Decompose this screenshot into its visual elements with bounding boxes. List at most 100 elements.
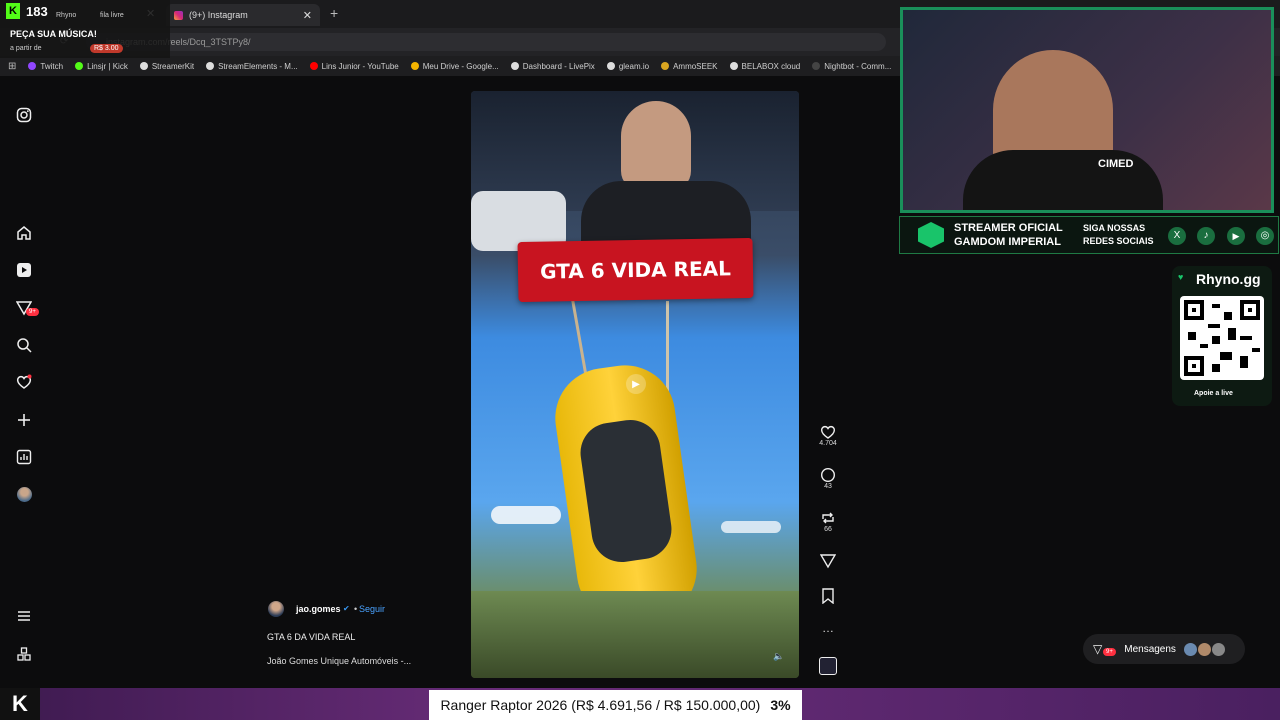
separator-dot: • <box>354 604 358 614</box>
bookmark-item[interactable]: StreamElements - M... <box>206 62 298 71</box>
social-title: SIGA NOSSAS <box>1083 223 1146 233</box>
notifications-heart-icon[interactable] <box>14 372 34 392</box>
goal-percent: 3% <box>770 697 791 713</box>
song-request-sub: a partir de <box>10 45 42 52</box>
share-action[interactable] <box>815 553 841 569</box>
bookmark-label: Nightbot - Comm... <box>824 61 892 71</box>
messages-badge: 9+ <box>1103 648 1116 656</box>
profile-avatar[interactable] <box>14 484 34 504</box>
bookmark-item[interactable]: Dashboard - LivePix <box>510 61 595 71</box>
presenter-face <box>621 101 691 191</box>
menu-hamburger-icon[interactable] <box>14 606 34 626</box>
message-avatars <box>1183 642 1225 656</box>
like-action[interactable]: 4.704 <box>815 424 841 447</box>
instagram-logo-icon[interactable] <box>14 105 34 125</box>
bookmark-favicon-icon <box>729 62 738 70</box>
x-social-icon: X <box>1168 227 1186 245</box>
kick-user: Rhyno <box>56 12 77 19</box>
messages-button[interactable]: ▽ 9+ Mensagens <box>1083 634 1245 664</box>
social-sub: REDES SOCIAIS <box>1083 236 1154 246</box>
kick-k-logo: K <box>0 688 40 720</box>
support-label: Apoie a live <box>1194 390 1233 397</box>
viewer-count: 183 <box>26 4 48 19</box>
create-plus-icon[interactable] <box>14 410 34 430</box>
bookmark-favicon-icon <box>28 62 37 70</box>
sponsor-title: STREAMER OFICIAL <box>954 222 1063 234</box>
bookmark-label: Twitch <box>40 61 64 71</box>
bookmark-favicon-icon <box>510 62 519 70</box>
cloud <box>491 506 561 524</box>
bookmark-label: Dashboard - LivePix <box>522 61 595 71</box>
heart-icon[interactable] <box>820 424 836 440</box>
song-request-title: PEÇA SUA MÚSICA! <box>10 29 97 39</box>
play-icon[interactable]: ▶ <box>626 374 646 394</box>
author-avatar[interactable] <box>268 601 284 617</box>
bookmark-favicon-icon <box>410 62 419 70</box>
bookmark-label: gleam.io <box>618 61 650 71</box>
avatar <box>1183 642 1197 656</box>
bookmark-label: Meu Drive - Google... <box>422 61 499 71</box>
notification-badge: 9+ <box>26 308 39 316</box>
verified-icon: ✔ <box>343 604 350 613</box>
bookmark-label: Linsjr | Kick <box>87 61 128 71</box>
audio-thumbnail[interactable] <box>819 657 837 675</box>
bookmark-favicon-icon <box>606 62 615 70</box>
reels-icon[interactable] <box>14 260 34 280</box>
gamdom-logo-icon <box>918 222 944 248</box>
author-name[interactable]: jao.gomes <box>296 604 341 614</box>
close-tab-icon[interactable]: ✕ <box>303 9 312 22</box>
bookmark-favicon-icon <box>812 62 821 70</box>
repost-action[interactable]: 66 <box>815 510 841 533</box>
bookmark-label: Lins Junior - YouTube <box>321 61 399 71</box>
comment-icon[interactable] <box>820 467 836 483</box>
queue-tag: fila livre <box>100 12 124 19</box>
share-icon[interactable] <box>820 553 836 569</box>
mute-icon[interactable]: 🔈 <box>773 651 784 662</box>
cloud <box>721 521 781 533</box>
comment-count: 43 <box>824 483 832 490</box>
tab-instagram[interactable]: (9+) Instagram ✕ <box>166 4 320 26</box>
follow-button[interactable]: Seguir <box>359 604 385 614</box>
home-icon[interactable] <box>14 223 34 243</box>
bookmark-favicon-icon <box>661 62 670 70</box>
bookmark-item[interactable]: Linsjr | Kick <box>75 62 128 71</box>
bookmark-item[interactable]: Meu Drive - Google... <box>410 61 499 71</box>
bookmark-item[interactable]: Lins Junior - YouTube <box>309 61 399 71</box>
bookmark-favicon-icon <box>139 62 148 70</box>
save-action[interactable] <box>815 588 841 604</box>
instagram-social-icon: ◎ <box>1256 227 1274 245</box>
bookmark-icon[interactable] <box>820 588 836 604</box>
webcam-overlay: CIMED <box>900 7 1274 213</box>
bookmark-item[interactable]: StreamerKit <box>139 62 194 71</box>
brand-label: Rhyno.gg <box>1196 271 1261 287</box>
apps-grid-icon[interactable]: ⊞ <box>8 61 16 72</box>
bookmark-item[interactable]: gleam.io <box>606 61 650 71</box>
avatar <box>1211 642 1225 656</box>
youtube-social-icon: ▶ <box>1227 227 1245 245</box>
sponsor-bar: STREAMER OFICIAL GAMDOM IMPERIAL SIGA NO… <box>899 216 1279 254</box>
audio-info[interactable]: João Gomes Unique Automóveis -... <box>267 656 411 666</box>
bookmark-item[interactable]: BELABOX cloud <box>729 62 800 71</box>
reel-video[interactable]: ▶ 🔈 <box>471 91 799 678</box>
shirt-logo: CIMED <box>1098 158 1134 170</box>
avatar <box>1197 642 1211 656</box>
more-apps-icon[interactable] <box>14 644 34 664</box>
bookmark-item[interactable]: AmmoSEEK <box>661 62 718 71</box>
new-tab-icon[interactable]: + <box>330 5 338 21</box>
bookmark-item[interactable]: Nightbot - Comm... <box>812 62 891 71</box>
qr-code <box>1180 296 1264 380</box>
kick-overlay: K 183 Rhyno fila livre PEÇA SUA MÚSICA! … <box>0 0 170 58</box>
bookmark-favicon-icon <box>309 62 318 70</box>
video-title-banner: GTA 6 VIDA REAL <box>517 237 754 303</box>
like-count: 4.704 <box>819 440 837 447</box>
bookmark-item[interactable]: Twitch <box>28 62 63 71</box>
messages-label: Mensagens <box>1124 643 1176 655</box>
more-options-icon[interactable]: … <box>815 621 841 635</box>
dashboard-icon[interactable] <box>14 447 34 467</box>
kick-logo-icon: K <box>6 3 20 19</box>
repost-icon[interactable] <box>820 510 836 526</box>
heart-badge-icon: ♥ <box>1178 272 1184 282</box>
comment-action[interactable]: 43 <box>815 467 841 490</box>
sponsor-sub: GAMDOM IMPERIAL <box>954 236 1061 248</box>
search-icon[interactable] <box>14 335 34 355</box>
